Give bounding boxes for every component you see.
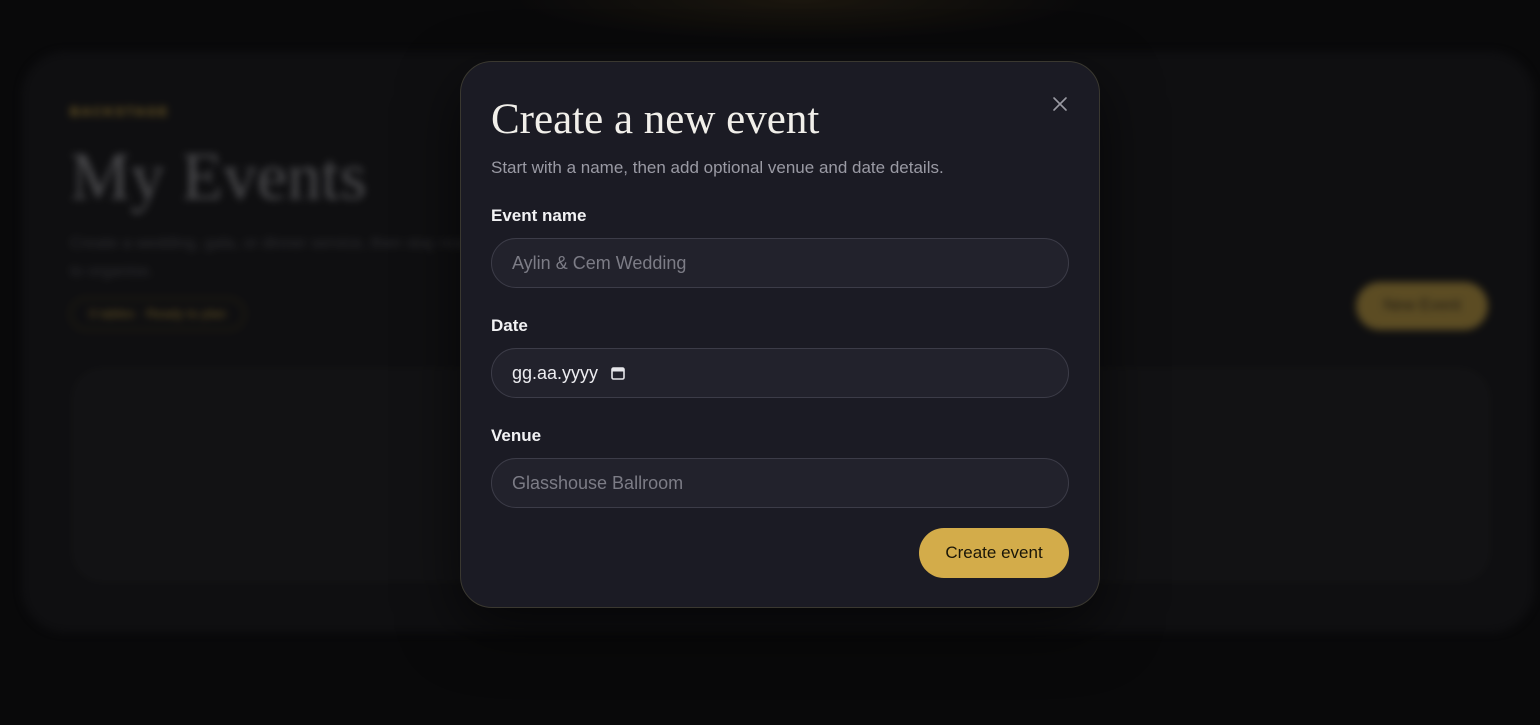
venue-field[interactable] [491, 458, 1069, 508]
close-icon-glyph [1053, 97, 1067, 111]
create-event-dialog: Create a new event Start with a name, th… [460, 61, 1100, 608]
event-name-input[interactable] [512, 252, 1048, 274]
date-input[interactable]: gg.aa.yyyy [512, 363, 598, 384]
close-icon[interactable] [1048, 92, 1072, 116]
event-name-field[interactable] [491, 238, 1069, 288]
date-field[interactable]: gg.aa.yyyy [491, 348, 1069, 398]
venue-input[interactable] [512, 472, 1048, 494]
calendar-icon-glyph [611, 367, 625, 380]
event-name-label: Event name [491, 206, 587, 225]
create-event-button[interactable]: Create event [919, 528, 1069, 578]
calendar-icon[interactable] [610, 365, 626, 381]
dialog-title: Create a new event [491, 96, 820, 143]
dialog-description: Start with a name, then add optional ven… [491, 158, 944, 177]
venue-label: Venue [491, 426, 542, 445]
app-stage: Backstage My Events Create a wedding, ga… [0, 0, 1540, 725]
date-label: Date [491, 316, 528, 335]
